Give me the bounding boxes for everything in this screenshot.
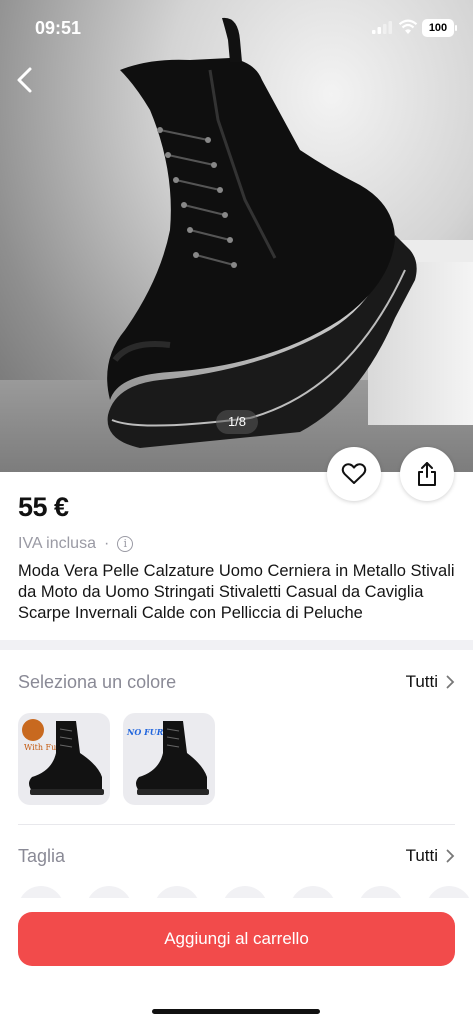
signal-icon <box>372 21 392 34</box>
boot-thumbnail <box>29 721 104 795</box>
status-time: 09:51 <box>35 18 82 38</box>
add-to-cart-button[interactable]: Aggiungi al carrello <box>18 912 455 966</box>
vat-row: IVA inclusa · i <box>18 535 134 553</box>
size-section-header: Taglia Tutti <box>18 844 455 868</box>
chevron-right-icon <box>446 849 455 863</box>
share-button[interactable] <box>400 447 454 501</box>
vat-separator: · <box>103 535 110 552</box>
size-section-label: Taglia <box>18 845 66 866</box>
color-option-with-fur[interactable]: With Fur <box>18 713 110 805</box>
vat-label: IVA inclusa <box>18 535 96 552</box>
boot-thumbnail <box>136 721 209 795</box>
color-all-link[interactable]: Tutti <box>406 672 455 692</box>
color-option-no-fur[interactable]: NO FUR <box>123 713 215 805</box>
share-icon <box>418 462 436 486</box>
color-section-header: Seleziona un colore Tutti <box>18 670 455 694</box>
battery-icon: 100 <box>422 19 454 37</box>
product-image-gallery[interactable] <box>0 0 473 472</box>
section-divider <box>0 640 473 650</box>
heart-icon <box>341 463 367 484</box>
chevron-right-icon <box>446 675 455 689</box>
boot-illustration <box>107 17 417 448</box>
status-bar: 09:51 100 <box>0 0 473 56</box>
info-icon[interactable]: i <box>117 536 134 552</box>
section-divider <box>18 824 455 825</box>
favorite-button[interactable] <box>327 447 381 501</box>
color-section-label: Seleziona un colore <box>18 671 177 692</box>
wifi-icon <box>398 19 418 34</box>
back-button[interactable] <box>10 62 40 98</box>
product-price: 55 € <box>18 492 69 522</box>
image-counter: 1/8 <box>216 410 258 434</box>
size-all-label: Tutti <box>405 846 438 865</box>
color-all-label: Tutti <box>405 672 438 691</box>
battery-cap <box>455 25 457 31</box>
back-arrow-icon <box>17 67 32 93</box>
size-all-link[interactable]: Tutti <box>406 846 455 866</box>
product-title: Moda Vera Pelle Calzature Uomo Cerniera … <box>18 562 455 622</box>
home-indicator <box>152 1009 320 1014</box>
